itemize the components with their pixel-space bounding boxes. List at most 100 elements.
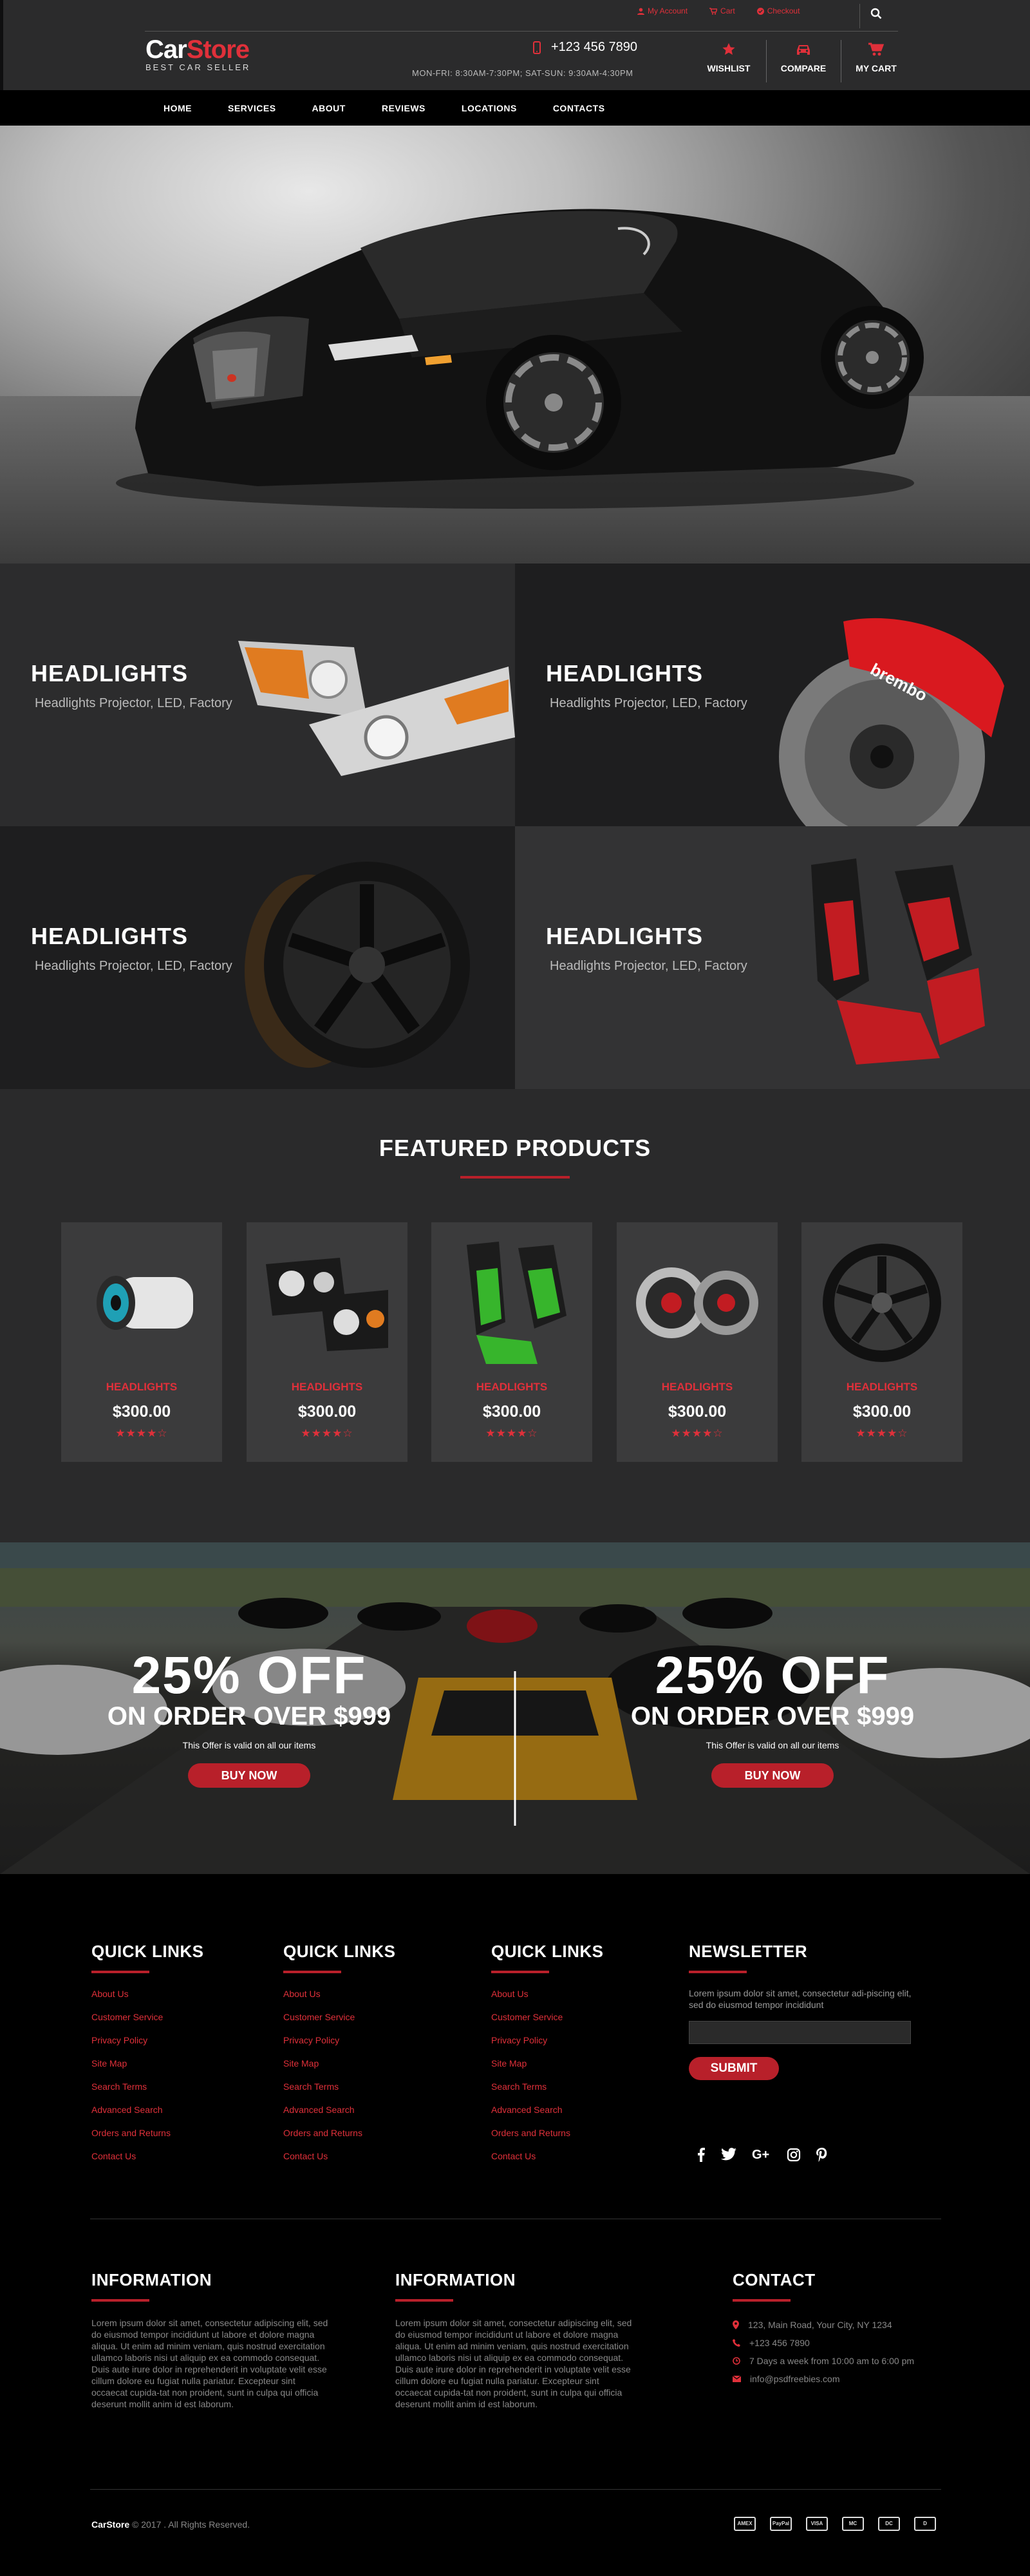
product-price: $300.00 [482,1403,541,1421]
category-subtitle: Headlights Projector, LED, Factory [550,696,747,710]
product-card[interactable]: HEADLIGHTS $300.00 ★★★★☆ [61,1222,222,1462]
footer-link[interactable]: Site Map [491,2058,604,2081]
headlights-image [266,1258,388,1351]
footer-link[interactable]: Privacy Policy [491,2035,604,2058]
facebook-icon[interactable] [697,2148,706,2162]
my-account-link[interactable]: My Account [637,6,688,15]
nav-home[interactable]: HOME [164,103,192,113]
wishlist-button[interactable]: WISHLIST [693,39,764,73]
instagram-icon[interactable] [787,2148,801,2162]
title-underline [91,2299,149,2302]
cart-icon [709,7,718,15]
product-name: HEADLIGHTS [846,1381,918,1393]
buy-now-button[interactable]: BUY NOW [711,1763,834,1788]
checkout-link[interactable]: Checkout [756,6,800,15]
title-underline [733,2299,791,2302]
site-header: My Account Cart Checkout CarStore BEST C… [0,0,1030,126]
envelope-icon [733,2376,741,2382]
footer-link[interactable]: Search Terms [491,2081,604,2105]
phone-number: +123 456 7890 [551,40,638,54]
cart-link[interactable]: Cart [709,6,735,15]
nav-contacts[interactable]: CONTACTS [553,103,605,113]
hero-sports-car-image [116,209,924,509]
contact-phone: +123 456 7890 [733,2334,914,2352]
category-tile[interactable]: brembo HEADLIGHTS Headlights Projector, … [515,564,1030,826]
product-card[interactable]: HEADLIGHTS $300.00 ★★★★☆ [801,1222,962,1462]
phone-icon [733,2339,740,2347]
offer-note: This Offer is valid on all our items [706,1740,839,1750]
contact-column: CONTACT 123, Main Road, Your City, NY 12… [733,2270,914,2388]
my-cart-button[interactable]: MY CART [841,39,912,73]
product-card[interactable]: HEADLIGHTS $300.00 ★★★★☆ [247,1222,407,1462]
my-cart-label: MY CART [856,63,897,73]
footer-link[interactable]: Orders and Returns [491,2128,604,2151]
footer-link[interactable]: Contact Us [283,2151,396,2174]
buy-now-button[interactable]: BUY NOW [188,1763,310,1788]
headlights-image [238,641,515,776]
main-nav: HOME SERVICES ABOUT REVIEWS LOCATIONS CO… [0,90,1030,126]
footer-link[interactable]: Site Map [283,2058,396,2081]
footer-link[interactable]: Customer Service [491,2012,604,2035]
footer-link[interactable]: Privacy Policy [283,2035,396,2058]
opening-hours: MON-FRI: 8:30AM-7:30PM; SAT-SUN: 9:30AM-… [412,68,633,78]
product-rating: ★★★★☆ [671,1427,724,1439]
product-card[interactable]: HEADLIGHTS $300.00 ★★★★☆ [431,1222,592,1462]
compare-button[interactable]: COMPARE [768,39,839,73]
category-tile[interactable]: HEADLIGHTS Headlights Projector, LED, Fa… [0,826,515,1089]
footer-link[interactable]: Orders and Returns [91,2128,204,2151]
product-card[interactable]: HEADLIGHTS $300.00 ★★★★☆ [617,1222,778,1462]
footer-link[interactable]: Advanced Search [283,2105,396,2128]
product-price: $300.00 [668,1403,727,1421]
column-title: QUICK LINKS [283,1942,396,1961]
nav-reviews[interactable]: REVIEWS [382,103,426,113]
visa-icon: VISA [806,2517,828,2531]
footer-link[interactable]: About Us [283,1989,396,2012]
footer-link[interactable]: Contact Us [91,2151,204,2174]
footer-link[interactable]: Privacy Policy [91,2035,204,2058]
twitter-icon[interactable] [721,2148,736,2161]
submit-button[interactable]: SUBMIT [689,2057,779,2080]
footer-link[interactable]: Advanced Search [491,2105,604,2128]
footer-link[interactable]: Advanced Search [91,2105,204,2128]
top-links: My Account Cart Checkout [637,6,800,15]
footer-link[interactable]: Orders and Returns [283,2128,396,2151]
footer-link[interactable]: Site Map [91,2058,204,2081]
footer-link[interactable]: About Us [91,1989,204,2012]
site-footer: QUICK LINKS About Us Customer Service Pr… [0,1874,1030,2576]
alloy-wheel-image [823,1244,941,1362]
nav-services[interactable]: SERVICES [228,103,276,113]
search-icon[interactable] [870,8,882,19]
newsletter-column: NEWSLETTER Lorem ipsum dolor sit amet, c… [689,1942,914,2080]
newsletter-email-input[interactable] [689,2021,911,2044]
category-title: HEADLIGHTS [31,660,188,687]
category-title: HEADLIGHTS [31,923,188,949]
information-text: Lorem ipsum dolor sit amet, consectetur … [91,2318,328,2409]
offer-discount: 25% OFF [131,1646,367,1705]
information-column: INFORMATION Lorem ipsum dolor sit amet, … [91,2270,330,2410]
nav-locations[interactable]: LOCATIONS [462,103,517,113]
footer-link[interactable]: Search Terms [91,2081,204,2105]
quick-links-column: QUICK LINKS About Us Customer Service Pr… [91,1942,204,2174]
contact-email[interactable]: info@psdfreebies.com [733,2370,914,2388]
footer-link[interactable]: Search Terms [283,2081,396,2105]
google-plus-icon[interactable]: G+ [752,2148,771,2161]
pinterest-icon[interactable] [816,2148,828,2162]
newsletter-text: Lorem ipsum dolor sit amet, consectetur … [689,1988,912,2010]
footer-link[interactable]: Customer Service [283,2012,396,2035]
copyright: CarStore © 2017 . All Rights Reserved. [91,2519,250,2530]
alloy-wheel-image [245,862,470,1068]
footer-link[interactable]: Customer Service [91,2012,204,2035]
category-subtitle: Headlights Projector, LED, Factory [35,959,232,973]
action-divider [766,40,767,82]
category-subtitle: Headlights Projector, LED, Factory [35,696,232,710]
logo[interactable]: CarStore BEST CAR SELLER [145,35,250,72]
category-tile[interactable]: HEADLIGHTS Headlights Projector, LED, Fa… [515,826,1030,1089]
category-tile[interactable]: HEADLIGHTS Headlights Projector, LED, Fa… [0,564,515,826]
footer-link[interactable]: About Us [491,1989,604,2012]
title-underline [395,2299,453,2302]
column-title: CONTACT [733,2270,816,2289]
nav-about[interactable]: ABOUT [312,103,346,113]
star-icon [722,43,735,55]
product-name: HEADLIGHTS [291,1381,363,1393]
footer-link[interactable]: Contact Us [491,2151,604,2174]
